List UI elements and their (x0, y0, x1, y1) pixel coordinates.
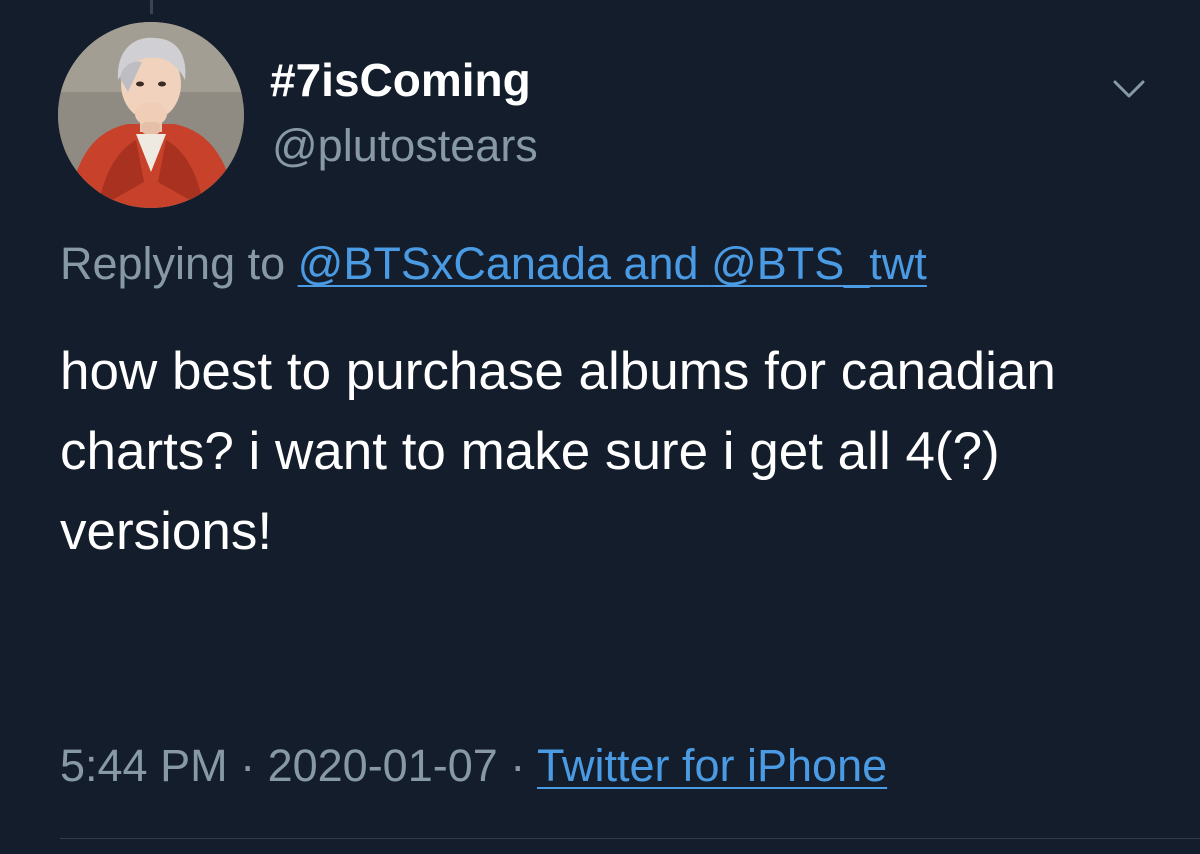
tweet-date[interactable]: 2020-01-07 (268, 740, 498, 791)
reply-mentions-link[interactable]: @BTSxCanada and @BTS_twt (298, 238, 927, 289)
more-options-button[interactable] (1108, 68, 1150, 110)
mention-bts-twt[interactable]: @BTS_twt (711, 238, 927, 289)
meta-separator: · (227, 740, 268, 791)
tweet-source-link[interactable]: Twitter for iPhone (537, 740, 887, 791)
avatar-image (58, 22, 244, 208)
user-handle[interactable]: @plutostears (272, 119, 538, 173)
mention-and: and (610, 238, 712, 289)
tweet-metadata: 5:44 PM · 2020-01-07 · Twitter for iPhon… (60, 738, 887, 794)
chevron-down-icon (1113, 80, 1145, 98)
display-name[interactable]: #7isComing (270, 52, 531, 108)
mention-btsxcanada[interactable]: @BTSxCanada (298, 238, 611, 289)
replying-to-line: Replying to @BTSxCanada and @BTS_twt (60, 236, 927, 292)
tweet-time[interactable]: 5:44 PM (60, 740, 228, 791)
thread-connector-line (150, 0, 153, 14)
meta-separator: · (497, 740, 537, 791)
tweet-text: how best to purchase albums for canadian… (60, 342, 1056, 561)
replying-to-label: Replying to (60, 238, 298, 289)
avatar[interactable] (58, 22, 244, 208)
divider (60, 838, 1200, 839)
